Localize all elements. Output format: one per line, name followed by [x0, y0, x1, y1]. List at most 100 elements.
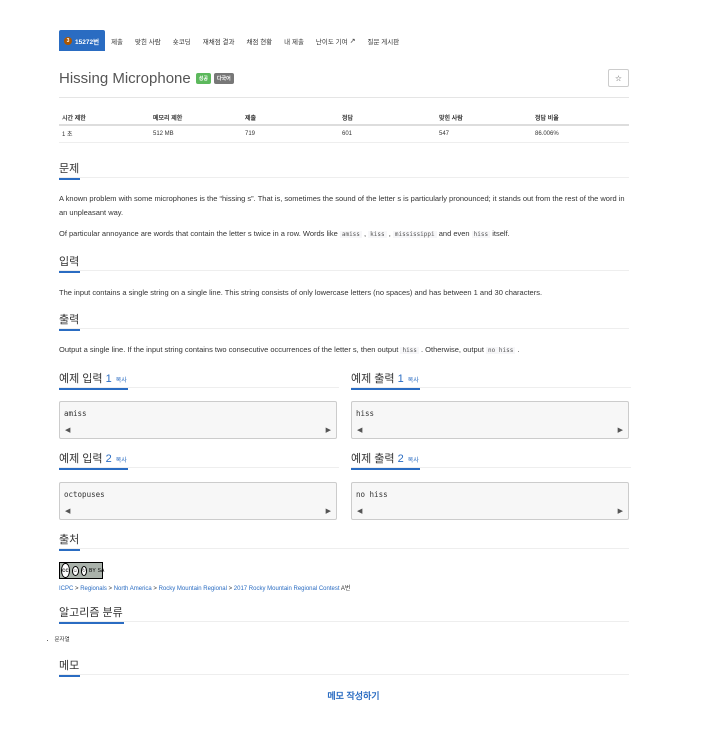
- tab-submit[interactable]: 제출: [105, 30, 129, 51]
- ratio-value: 86.006%: [532, 125, 629, 143]
- sample-input-2-box[interactable]: octopuses ◀ ▶: [59, 482, 337, 520]
- header-submissions: 제출: [242, 110, 339, 126]
- scroll-left-icon[interactable]: ◀: [65, 426, 70, 434]
- scroll-right-icon[interactable]: ▶: [326, 507, 331, 515]
- sample-output-2-box[interactable]: no hiss ◀ ▶: [351, 482, 629, 520]
- input-heading: 입력: [59, 252, 629, 273]
- tier-icon: 3: [64, 36, 72, 45]
- description-text: itself.: [490, 229, 510, 238]
- multilang-badge[interactable]: 다국어: [213, 73, 234, 84]
- breadcrumb-regionals[interactable]: Regionals: [80, 586, 107, 592]
- description-paragraph-2: Of particular annoyance are words that c…: [59, 227, 631, 242]
- table-row: 1 초 512 MB 719 601 547 86.006%: [59, 125, 629, 143]
- sample-output-2-title: 예제 출력 2 복사: [351, 451, 420, 470]
- sample-number: 1: [397, 373, 404, 385]
- sample-number: 2: [397, 453, 404, 465]
- tab-shortest-code[interactable]: 숏코딩: [167, 30, 197, 51]
- sample-output-2-text: no hiss: [356, 490, 388, 499]
- solvers-value: 547: [436, 125, 532, 143]
- breadcrumb-problem-letter: A번: [339, 586, 351, 592]
- problem-info-table: 시간 제한 메모리 제한 제출 정답 맞힌 사람 정답 비율 1 초 512 M…: [59, 110, 629, 143]
- separator: ,: [386, 229, 393, 238]
- breadcrumb-sep: >: [151, 586, 159, 592]
- header-memory-limit: 메모리 제한: [150, 110, 242, 126]
- memory-limit-value: 512 MB: [150, 125, 242, 143]
- sample-input-2-title: 예제 입력 2 복사: [59, 451, 128, 470]
- code-mississippi: mississippi: [392, 231, 437, 238]
- memo-title: 메모: [59, 658, 81, 677]
- tab-rejudge-results[interactable]: 재채점 결과: [197, 30, 241, 51]
- copy-button[interactable]: 복사: [408, 458, 419, 464]
- sample-number: 2: [105, 453, 112, 465]
- favorite-button[interactable]: ☆: [608, 69, 629, 87]
- output-text: . Otherwise, output: [418, 345, 487, 354]
- license-label: SA: [97, 567, 105, 574]
- algorithm-tag-list: 문자열: [47, 635, 70, 643]
- sample-input-1-title: 예제 입력 1 복사: [59, 371, 128, 390]
- tab-problem[interactable]: 3 15272번: [59, 30, 106, 51]
- breadcrumb-north-america[interactable]: North America: [114, 586, 152, 592]
- scroll-right-icon[interactable]: ▶: [326, 426, 331, 434]
- algorithm-title: 알고리즘 분류: [59, 605, 124, 624]
- cc-license-logo[interactable]: cc ☺ ↻ BY SA: [59, 562, 105, 579]
- breadcrumb-rocky-mountain[interactable]: Rocky Mountain Regional: [159, 586, 227, 592]
- sample-output-1-title: 예제 출력 1 복사: [351, 371, 420, 390]
- code-no-hiss: no hiss: [486, 347, 516, 354]
- algorithm-heading: 알고리즘 분류: [59, 603, 629, 624]
- description-heading: 문제: [59, 159, 629, 180]
- tab-board[interactable]: 질문 게시판: [362, 30, 406, 51]
- code-amiss: amiss: [339, 231, 362, 238]
- tab-status[interactable]: 채점 현황: [240, 30, 278, 51]
- license-label: BY: [89, 567, 96, 574]
- output-description: Output a single line. If the input strin…: [59, 343, 631, 358]
- table-header-row: 시간 제한 메모리 제한 제출 정답 맞힌 사람 정답 비율: [59, 110, 629, 126]
- scroll-left-icon[interactable]: ◀: [357, 426, 362, 434]
- tab-difficulty[interactable]: 난이도 기여 ↗: [310, 30, 362, 51]
- scroll-right-icon[interactable]: ▶: [618, 426, 623, 434]
- copy-button[interactable]: 복사: [116, 378, 127, 384]
- external-link-icon: ↗: [349, 37, 356, 45]
- source-breadcrumb: ICPC > Regionals > North America > Rocky…: [59, 583, 350, 592]
- sample-input-1-heading: 예제 입력 1 복사: [59, 369, 339, 390]
- problem-title: Hissing Microphone: [59, 70, 191, 87]
- breadcrumb-icpc[interactable]: ICPC: [59, 586, 73, 592]
- scroll-left-icon[interactable]: ◀: [357, 507, 362, 515]
- write-memo-button[interactable]: 메모 작성하기: [0, 689, 707, 702]
- breadcrumb-contest[interactable]: 2017 Rocky Mountain Regional Contest: [234, 586, 340, 592]
- tab-solvers[interactable]: 맞힌 사람: [129, 30, 167, 51]
- problem-header: Hissing Microphone 성공 다국어 ☆: [59, 69, 629, 87]
- sa-icon: ↻: [80, 565, 87, 576]
- algorithm-tag[interactable]: 문자열: [47, 635, 70, 643]
- sample-output-2-label: 예제 출력: [351, 453, 395, 465]
- output-text: .: [515, 345, 520, 354]
- source-heading: 출처: [59, 530, 629, 551]
- sample-input-2-text: octopuses: [64, 490, 105, 499]
- description-text: and even: [436, 229, 472, 238]
- sample-output-1-box[interactable]: hiss ◀ ▶: [351, 401, 629, 439]
- tab-problem-label: 15272번: [75, 38, 100, 46]
- sample-input-1-box[interactable]: amiss ◀ ▶: [59, 401, 337, 439]
- header-time-limit: 시간 제한: [59, 110, 150, 126]
- output-title: 출력: [59, 312, 81, 331]
- memo-heading: 메모: [59, 656, 629, 677]
- description-text: Of particular annoyance are words that c…: [59, 229, 340, 238]
- header-solvers: 맞힌 사람: [436, 110, 532, 126]
- sample-output-1-text: hiss: [356, 409, 375, 418]
- code-kiss: kiss: [368, 231, 387, 238]
- code-hiss: hiss: [400, 347, 419, 354]
- sample-input-1-label: 예제 입력: [59, 373, 103, 385]
- description-paragraph-1: A known problem with some microphones is…: [59, 194, 625, 217]
- sample-input-1-text: amiss: [64, 409, 87, 418]
- scroll-left-icon[interactable]: ◀: [65, 507, 70, 515]
- by-icon: ☺: [71, 565, 79, 576]
- tab-my-submit[interactable]: 내 제출: [278, 30, 310, 51]
- input-description: The input contains a single string on a …: [59, 288, 543, 297]
- success-badge: 성공: [195, 73, 211, 84]
- cc-icon: cc: [61, 563, 70, 578]
- breadcrumb-sep: >: [106, 586, 114, 592]
- scroll-right-icon[interactable]: ▶: [618, 507, 623, 515]
- copy-button[interactable]: 복사: [408, 378, 419, 384]
- source-title: 출처: [59, 532, 81, 551]
- header-accepted: 정답: [339, 110, 436, 126]
- copy-button[interactable]: 복사: [116, 458, 127, 464]
